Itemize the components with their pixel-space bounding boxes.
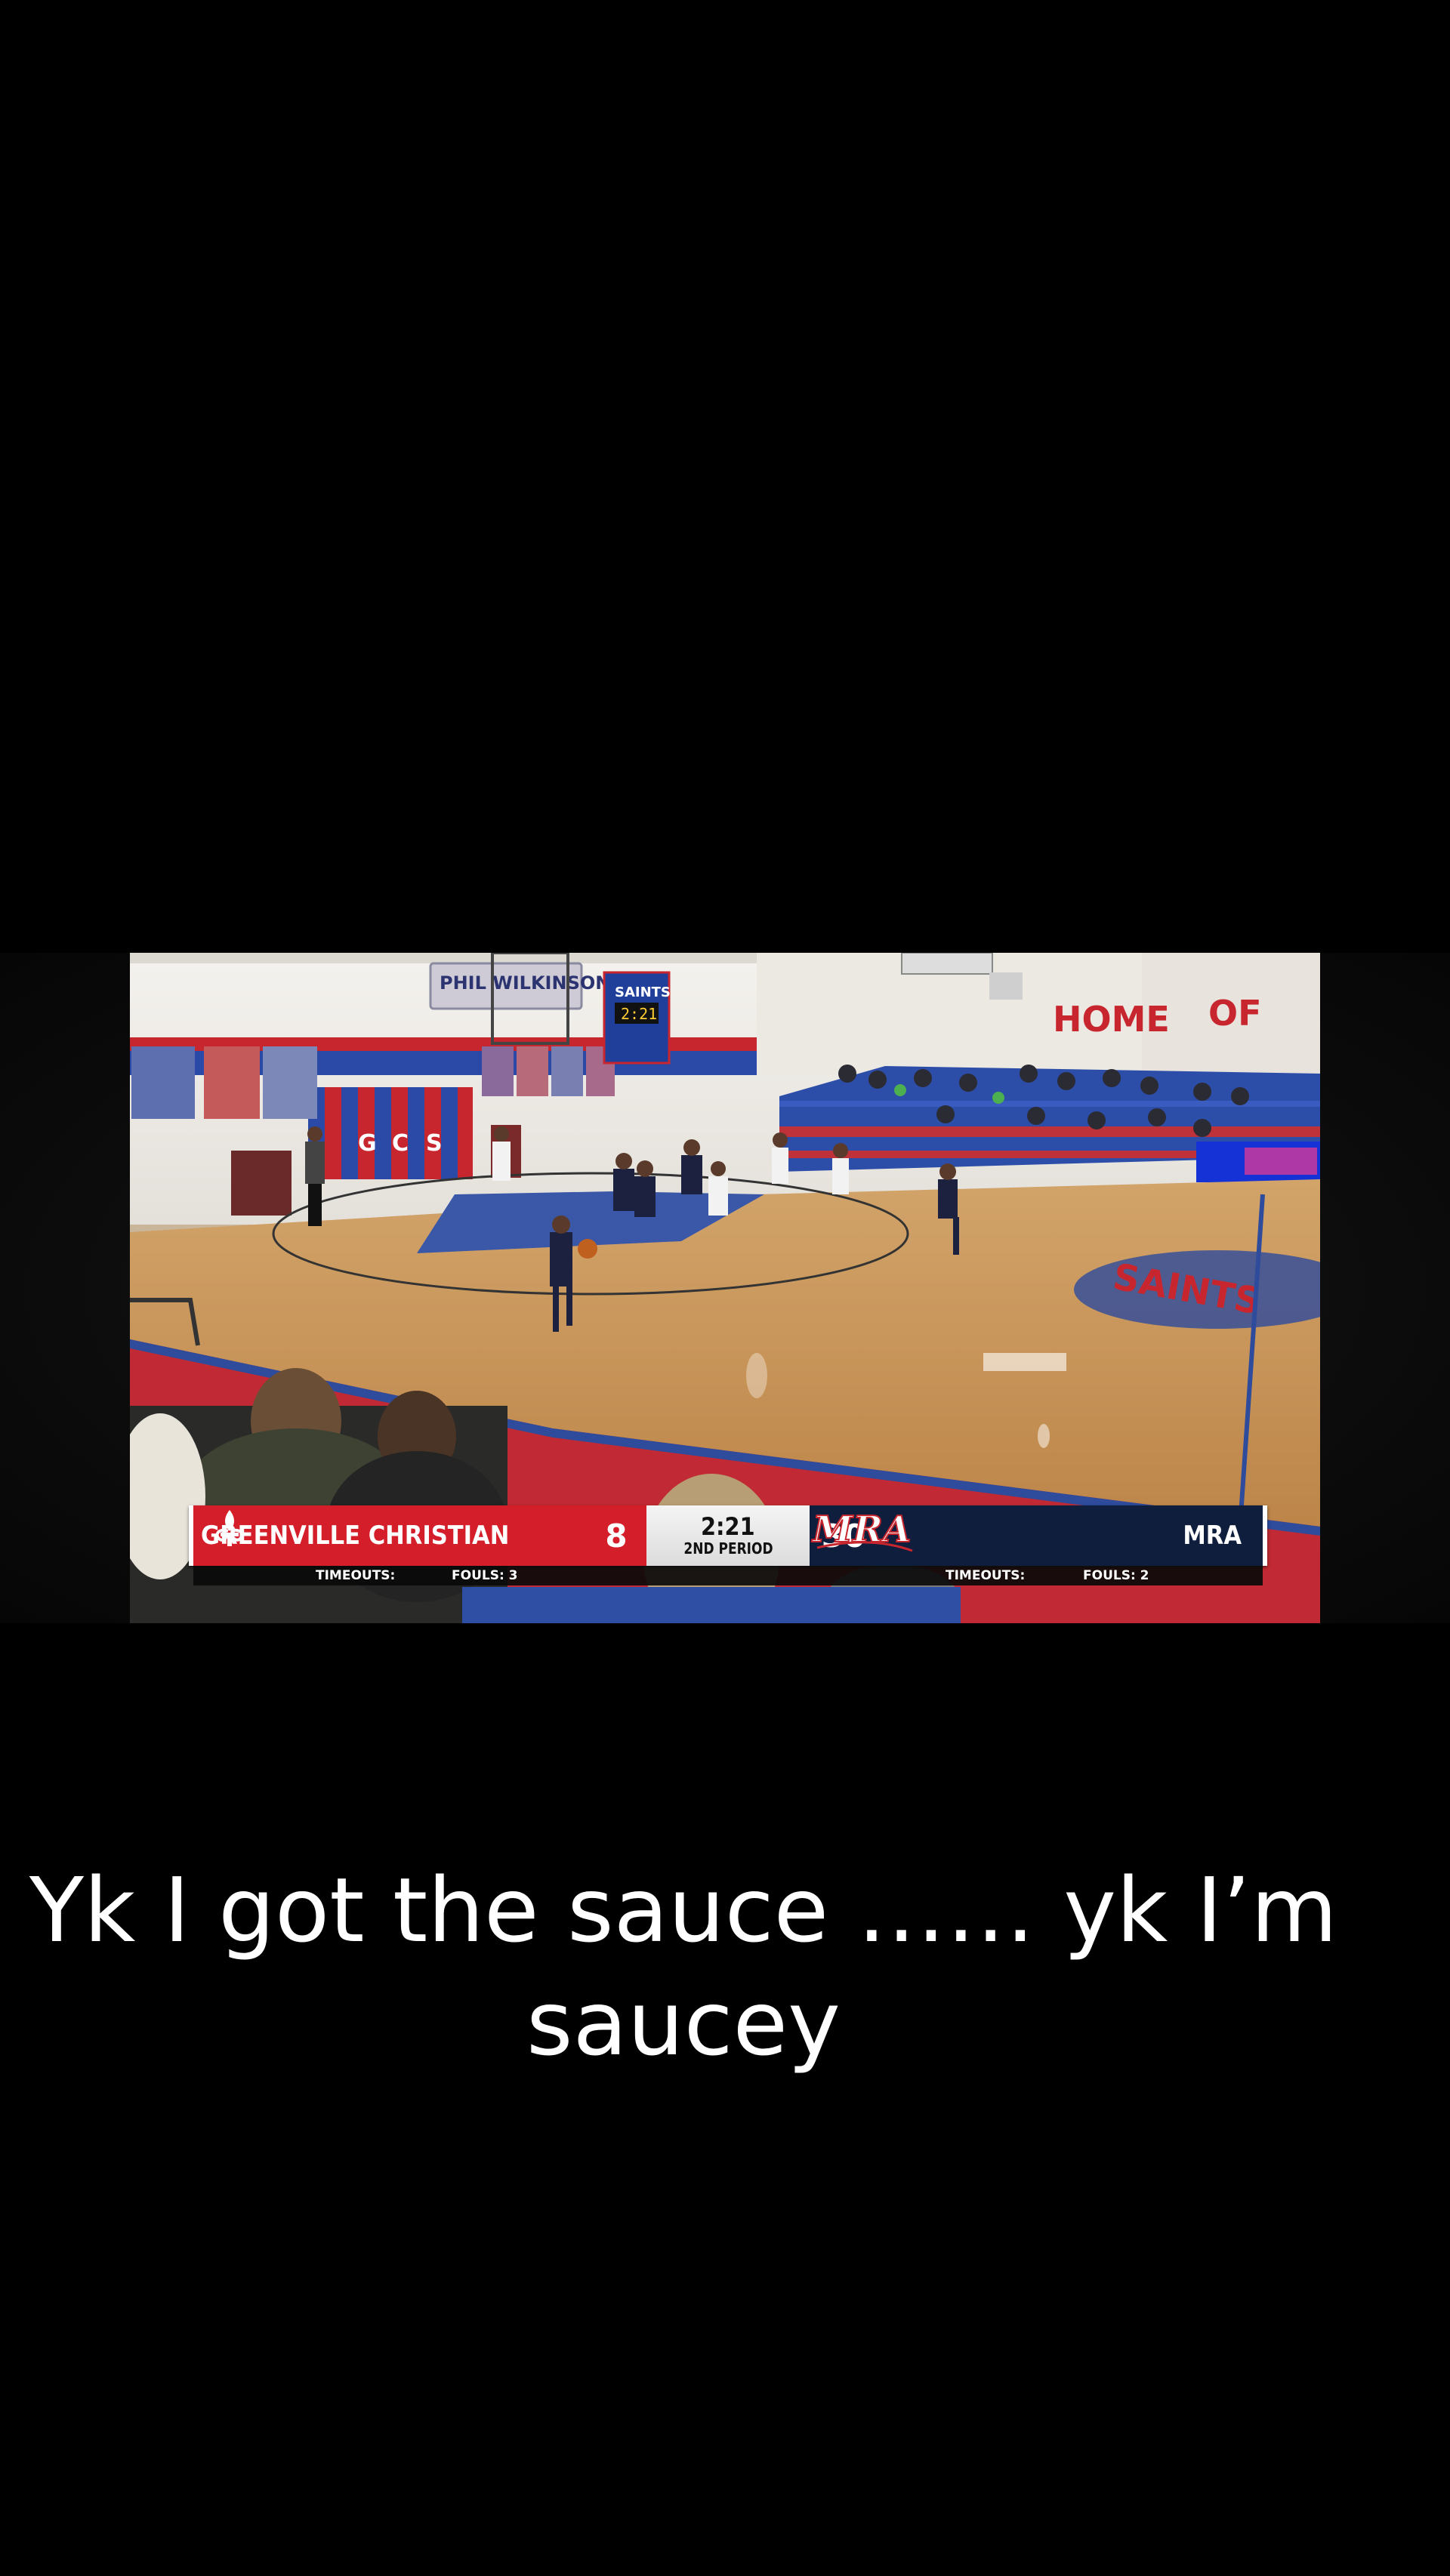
away-fouls-label: FOULS: 2 [1083, 1568, 1149, 1583]
video-caption: Yk I got the sauce …… yk I’m saucey [0, 1853, 1367, 2080]
away-timeouts-label: TIMEOUTS: [946, 1568, 1026, 1583]
scorebug: GREENVILLE CHRISTIAN 8 2:21 2ND PERIOD 3… [189, 1505, 1267, 1566]
mra-logo-icon: MRA [810, 1508, 913, 1552]
away-team-name: MRA [1182, 1521, 1242, 1551]
caption-line-1: Yk I got the sauce …… yk I’m [29, 1858, 1338, 1962]
home-score: 8 [605, 1517, 628, 1555]
game-clock: 2:21 [701, 1512, 755, 1541]
away-team-panel: 30 MRA MRA [810, 1505, 1267, 1566]
home-team-name: GREENVILLE CHRISTIAN [201, 1521, 510, 1551]
wall-pad-stripes [308, 1087, 473, 1179]
wall-scoreboard-clock: 2:21 [621, 1005, 657, 1023]
home-timeouts-label: TIMEOUTS: [316, 1568, 396, 1583]
home-of-of: OF [1208, 993, 1262, 1034]
sponsor-banner-text: PHIL WILKINSON [440, 972, 610, 994]
game-clock-panel: 2:21 2ND PERIOD [646, 1505, 810, 1566]
wall-letter-g: G [358, 1130, 377, 1157]
wall-letter-s: S [426, 1130, 443, 1157]
home-team-panel: GREENVILLE CHRISTIAN 8 [189, 1505, 646, 1566]
video-frame[interactable]: G C S PHIL WILKINSON SAINTS 2:21 HOME OF [130, 953, 1320, 1623]
wall-letter-c: C [392, 1130, 409, 1157]
mra-logo-text: MRA [811, 1508, 911, 1551]
scorebug-stats-bar: TIMEOUTS: FOULS: 3 TIMEOUTS: FOULS: 2 [193, 1566, 1263, 1585]
caption-line-2: saucey [526, 1971, 841, 2075]
game-period: 2ND PERIOD [683, 1539, 773, 1558]
home-of-home: HOME [1053, 999, 1170, 1040]
wall-scoreboard-title: SAINTS [615, 984, 671, 1000]
basketball [578, 1239, 597, 1259]
home-fouls-label: FOULS: 3 [452, 1568, 518, 1583]
